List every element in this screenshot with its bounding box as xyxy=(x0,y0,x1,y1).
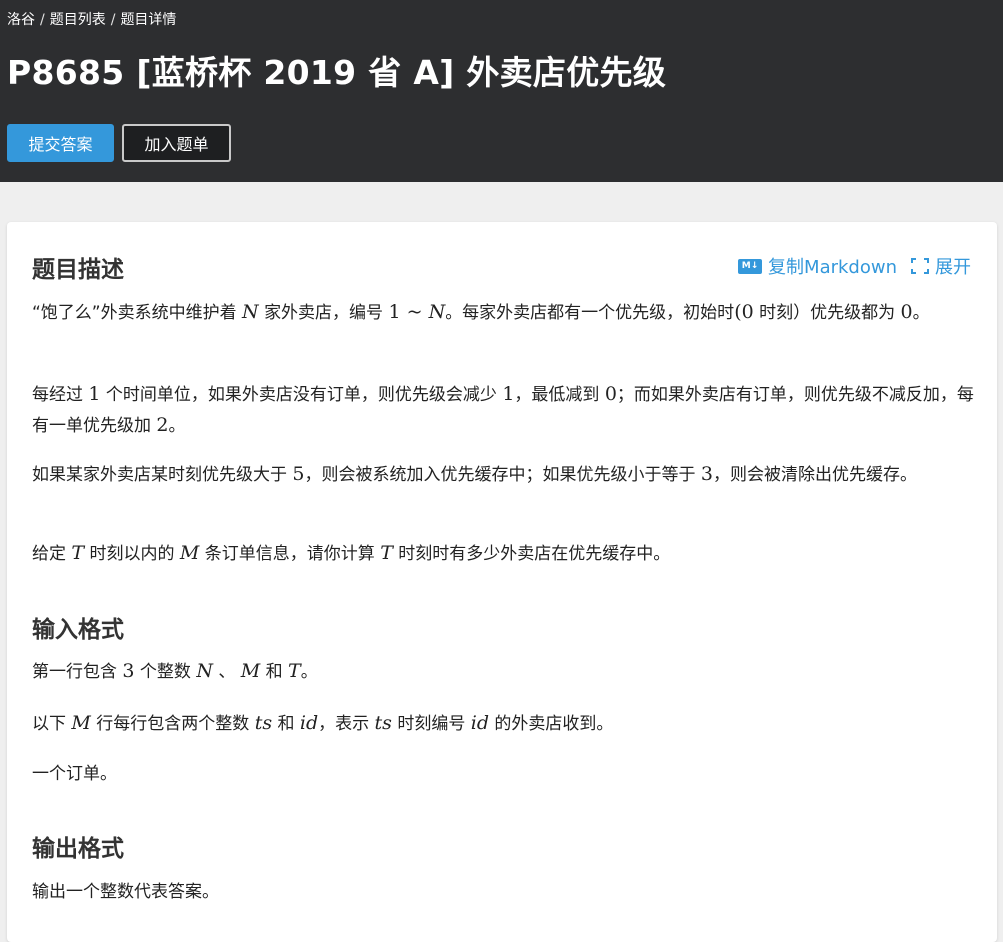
text: 给定 xyxy=(32,544,66,564)
math: ts xyxy=(254,712,273,734)
text: 第一行包含 xyxy=(32,662,117,682)
text: 时刻编号 xyxy=(397,714,466,734)
math: N xyxy=(196,660,213,682)
input-paragraph-1: 第一行包含 3 个整数 N 、 M 和 T。 xyxy=(32,656,977,687)
input-paragraph-3: 一个订单。 xyxy=(32,764,117,784)
expand-icon xyxy=(911,258,929,274)
breadcrumb-problem-list[interactable]: 题目列表 xyxy=(50,12,106,28)
text: 每经过 xyxy=(32,385,83,405)
description-paragraph-4: 给定 T 时刻以内的 M 条订单信息，请你计算 T 时刻时有多少外卖店在优先缓存… xyxy=(32,538,977,569)
text: 个整数 xyxy=(139,662,191,682)
output-paragraph-1: 输出一个整数代表答案。 xyxy=(32,882,219,902)
breadcrumb: 洛谷 / 题目列表 / 题目详情 xyxy=(7,9,176,29)
text: 和 xyxy=(277,714,295,734)
math: N xyxy=(428,301,446,323)
breadcrumb-separator: / xyxy=(40,12,45,28)
math: M xyxy=(179,542,200,564)
submit-answer-button[interactable]: 提交答案 xyxy=(7,124,114,162)
math: (0 xyxy=(734,301,754,323)
text: 以下 xyxy=(32,714,66,734)
text: ，最低减到 xyxy=(514,385,600,405)
text: 。 xyxy=(912,303,930,323)
math: 3 xyxy=(700,463,713,485)
text: 。 xyxy=(168,416,186,436)
text: 条订单信息，请你计算 xyxy=(204,544,375,564)
description-paragraph-3: 如果某家外卖店某时刻优先级大于 5，则会被系统加入优先缓存中；如果优先级小于等于… xyxy=(32,459,977,490)
text: 。每家外卖店都有一个优先级，初始时 xyxy=(445,303,735,323)
text: 、 xyxy=(218,662,236,682)
math: 0 xyxy=(900,301,913,323)
text: “饱了么”外卖系统中维护着 xyxy=(32,303,237,323)
math: 0 xyxy=(604,383,617,405)
text: 行每行包含两个整数 xyxy=(96,714,250,734)
text: 如果某家外卖店某时刻优先级大于 xyxy=(32,465,287,485)
math: T xyxy=(380,542,393,564)
input-format-title: 输入格式 xyxy=(32,617,124,643)
math: 5 xyxy=(292,463,305,485)
text: ，则会被系统加入优先缓存中；如果优先级小于等于 xyxy=(304,465,696,485)
breadcrumb-separator: / xyxy=(110,12,116,28)
page-title: P8685 [蓝桥杯 2019 省 A] 外卖店优先级 xyxy=(7,53,667,92)
description-paragraph-1: “饱了么”外卖系统中维护着 N 家外卖店，编号 1 ~ N。每家外卖店都有一个优… xyxy=(32,297,977,328)
text: 。 xyxy=(300,662,318,682)
math: T xyxy=(288,660,301,682)
markdown-icon: M↓ xyxy=(738,258,763,274)
toolbar: M↓ 复制Markdown 展开 xyxy=(738,253,971,279)
text: ，表示 xyxy=(318,714,370,734)
math: M xyxy=(71,712,91,734)
input-paragraph-2: 以下 M 行每行包含两个整数 ts 和 id，表示 ts 时刻编号 id 的外卖… xyxy=(32,708,977,739)
math: 1 xyxy=(502,383,515,405)
text: 时刻时有多少外卖店在优先缓存中。 xyxy=(398,544,671,564)
description-title: 题目描述 xyxy=(32,257,124,283)
math: ts xyxy=(374,712,392,734)
math: 1 ~ xyxy=(388,301,429,323)
copy-markdown-label: 复制Markdown xyxy=(768,257,897,278)
expand-button[interactable]: 展开 xyxy=(911,253,971,279)
breadcrumb-problem-detail: 题目详情 xyxy=(120,12,177,28)
math: 1 xyxy=(88,383,101,405)
expand-label: 展开 xyxy=(935,257,971,278)
add-to-list-button[interactable]: 加入题单 xyxy=(122,124,231,162)
text: ，则会被清除出优先缓存。 xyxy=(713,465,917,485)
math: N xyxy=(242,301,259,323)
text: 家外卖店，编号 xyxy=(264,303,384,323)
text: 和 xyxy=(265,662,283,682)
output-format-title: 输出格式 xyxy=(32,836,124,862)
text: 的外卖店收到。 xyxy=(494,714,614,734)
text: 时刻）优先级都为 xyxy=(759,303,896,323)
problem-card: 题目描述 M↓ 复制Markdown 展开 “饱了么”外卖系统中维护着 N 家外… xyxy=(7,222,997,942)
math: id xyxy=(299,712,319,734)
breadcrumb-luogu[interactable]: 洛谷 xyxy=(7,12,35,28)
math: M xyxy=(240,660,261,682)
copy-markdown-button[interactable]: M↓ 复制Markdown xyxy=(738,253,897,279)
math: T xyxy=(71,542,85,564)
description-paragraph-2: 每经过 1 个时间单位，如果外卖店没有订单，则优先级会减少 1，最低减到 0；而… xyxy=(32,379,977,441)
text: 个时间单位，如果外卖店没有订单，则优先级会减少 xyxy=(105,385,497,405)
text: 时刻以内的 xyxy=(89,544,175,564)
header: 洛谷 / 题目列表 / 题目详情 P8685 [蓝桥杯 2019 省 A] 外卖店优先级… xyxy=(0,0,1003,182)
math: 3 xyxy=(122,660,135,682)
math: id xyxy=(470,712,489,734)
math: 2 xyxy=(156,414,169,436)
